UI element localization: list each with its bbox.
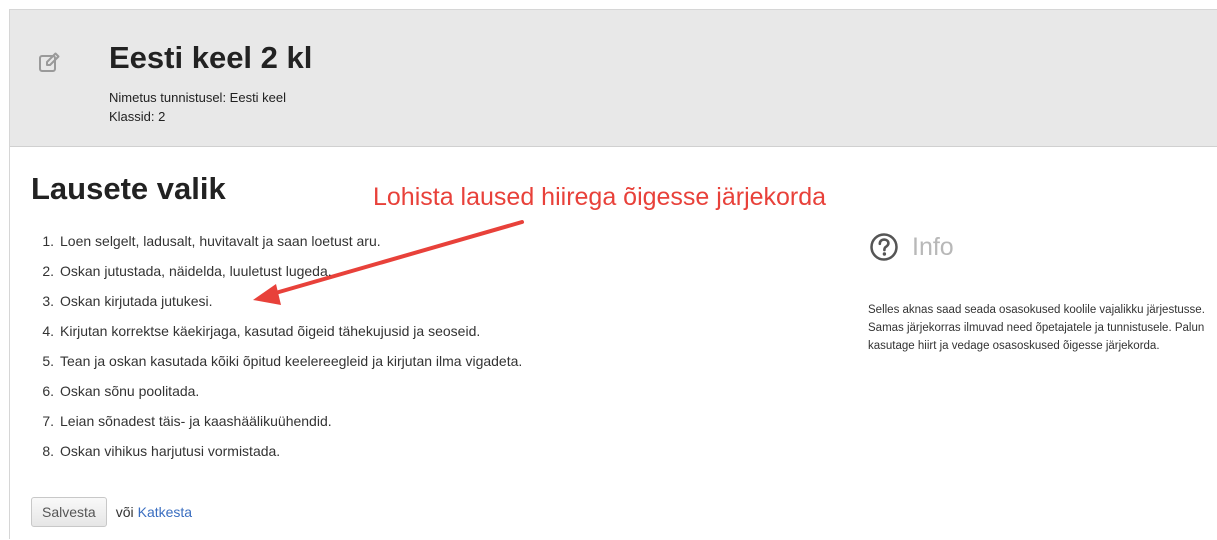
item-text: Oskan kirjutada jutukesi. <box>60 293 213 309</box>
info-title: Info <box>912 233 954 261</box>
sentence-item[interactable]: 1. Loen selgelt, ladusalt, huvitavalt ja … <box>36 232 522 262</box>
item-number: 5. <box>42 353 54 369</box>
sentence-item[interactable]: 7. Leian sõnadest täis- ja kaashäälikuühe… <box>36 412 522 442</box>
form-actions: Salvesta või Katkesta <box>31 497 192 527</box>
annotation-text: Lohista laused hiirega õigesse järjekord… <box>373 183 827 211</box>
item-text: Oskan vihikus harjutusi vormistada. <box>60 443 281 459</box>
item-number: 1. <box>42 233 54 249</box>
edit-icon <box>39 52 60 72</box>
sentence-item[interactable]: 8. Oskan vihikus harjutusi vormistada. <box>36 442 522 472</box>
or-text: või <box>115 504 134 520</box>
item-text: Oskan jutustada, näidelda, luuletust lug… <box>60 263 332 279</box>
sentence-item[interactable]: 4. Kirjutan korrektse käekirjaga, kasutad… <box>36 322 522 352</box>
item-text: Leian sõnadest täis- ja kaashäälikuühend… <box>60 413 332 429</box>
section-title: Lausete valik <box>31 171 226 206</box>
info-header: Info <box>869 232 954 262</box>
item-number: 4. <box>42 323 54 339</box>
classes-info: Klassid: 2 <box>109 109 166 124</box>
item-number: 6. <box>42 383 54 399</box>
certificate-name: Nimetus tunnistusel: Eesti keel <box>109 90 287 105</box>
sentence-item[interactable]: 5. Tean ja oskan kasutada kõiki õpitud ke… <box>36 352 522 382</box>
item-text: Tean ja oskan kasutada kõiki õpitud keel… <box>60 353 523 369</box>
item-number: 8. <box>42 443 54 459</box>
save-button[interactable]: Salvesta <box>31 497 107 527</box>
info-text: Selles aknas saad seada osasokused kooli… <box>868 304 1205 352</box>
page-title: Eesti keel 2 kl <box>109 40 313 75</box>
question-circle-icon <box>870 233 898 261</box>
header-panel: Eesti keel 2 kl Nimetus tunnistusel: Ees… <box>10 10 1217 147</box>
item-number: 2. <box>42 263 54 279</box>
item-text: Loen selgelt, ladusalt, huvitavalt ja sa… <box>60 233 381 249</box>
sentence-item[interactable]: 6. Oskan sõnu poolitada. <box>36 382 522 412</box>
item-number: 3. <box>42 293 54 309</box>
sentence-item[interactable]: 3. Oskan kirjutada jutukesi. <box>36 292 522 322</box>
item-number: 7. <box>42 413 54 429</box>
page-frame: Eesti keel 2 kl Nimetus tunnistusel: Ees… <box>9 9 1217 539</box>
cancel-link[interactable]: Katkesta <box>138 504 192 520</box>
item-text: Oskan sõnu poolitada. <box>60 383 200 399</box>
item-text: Kirjutan korrektse käekirjaga, kasutad õ… <box>60 323 481 339</box>
sentence-item[interactable]: 2. Oskan jutustada, näidelda, luuletust l… <box>36 262 522 292</box>
sentence-list: 1. Loen selgelt, ladusalt, huvitavalt ja … <box>36 232 522 472</box>
